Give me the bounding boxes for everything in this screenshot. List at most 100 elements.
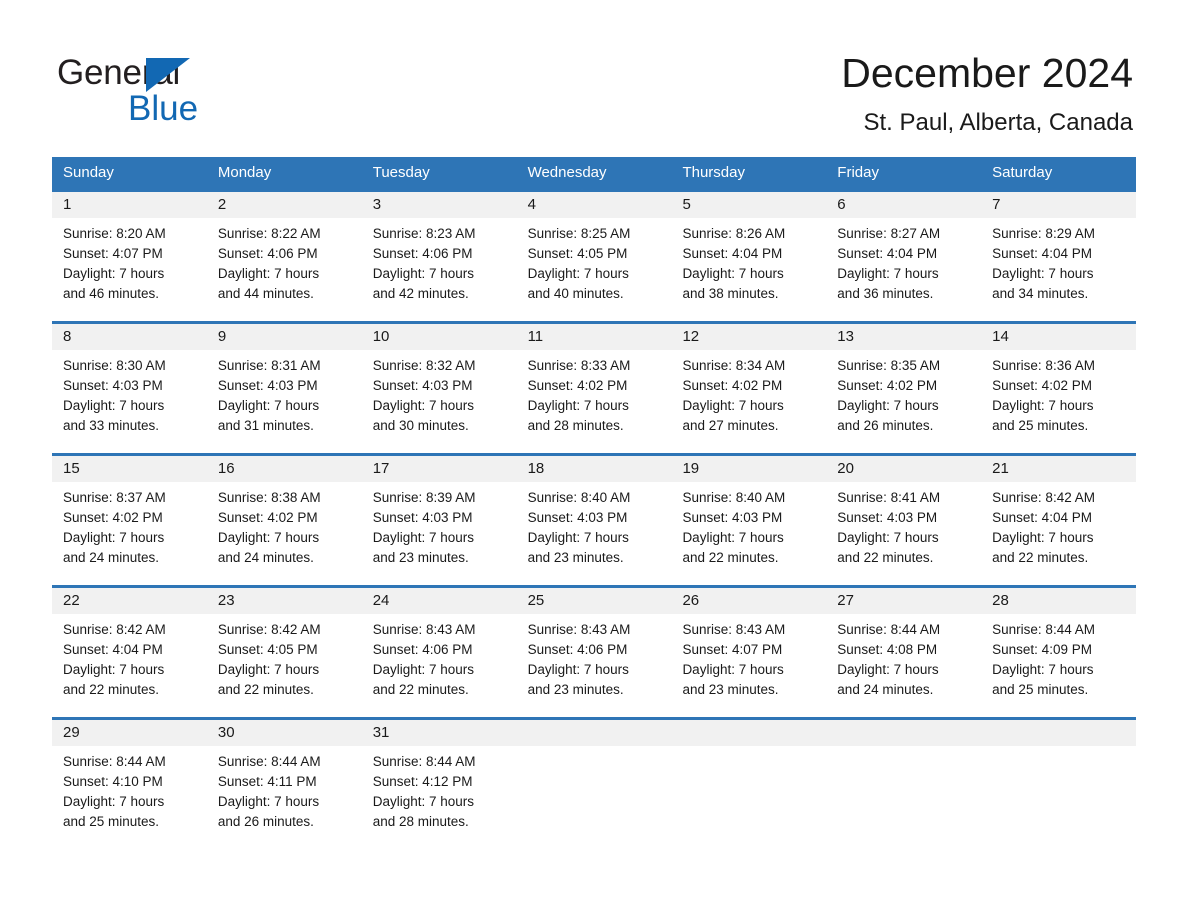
daylight-text-line1: Daylight: 7 hours	[992, 662, 1094, 677]
sunset-text: Sunset: 4:04 PM	[63, 642, 163, 657]
sunrise-text: Sunrise: 8:44 AM	[217, 754, 321, 769]
day-cell[interactable]: 10 Sunrise: 8:32 AM Sunset: 4:03 PM Dayl…	[362, 324, 517, 453]
day-info: Sunrise: 8:44 AM Sunset: 4:10 PM Dayligh…	[63, 752, 207, 832]
day-cell[interactable]: 20 Sunrise: 8:41 AM Sunset: 4:03 PM Dayl…	[826, 456, 981, 585]
daylight-text-line1: Daylight: 7 hours	[682, 398, 784, 413]
daylight-text-line1: Daylight: 7 hours	[992, 266, 1094, 281]
day-cell[interactable]: 30 Sunrise: 8:44 AM Sunset: 4:11 PM Dayl…	[207, 720, 362, 849]
day-cell[interactable]: 22 Sunrise: 8:42 AM Sunset: 4:04 PM Dayl…	[52, 588, 207, 717]
daylight-text-line1: Daylight: 7 hours	[837, 266, 939, 281]
sunrise-text: Sunrise: 8:37 AM	[63, 490, 166, 505]
day-number: 26	[682, 592, 700, 609]
weekday-header-tuesday: Tuesday	[372, 164, 430, 181]
daylight-text-line2: and 44 minutes.	[217, 286, 314, 301]
day-number: 27	[837, 592, 854, 609]
sunrise-text: Sunrise: 8:42 AM	[63, 622, 166, 637]
sunset-text: Sunset: 4:06 PM	[527, 642, 628, 657]
day-cell[interactable]: 18 Sunrise: 8:40 AM Sunset: 4:03 PM Dayl…	[517, 456, 672, 585]
day-cell[interactable]: 13 Sunrise: 8:35 AM Sunset: 4:02 PM Dayl…	[826, 324, 981, 453]
day-cell[interactable]: 2 Sunrise: 8:22 AM Sunset: 4:06 PM Dayli…	[207, 192, 362, 321]
day-cell[interactable]: 27 Sunrise: 8:44 AM Sunset: 4:08 PM Dayl…	[826, 588, 981, 717]
day-info: Sunrise: 8:42 AM Sunset: 4:05 PM Dayligh…	[218, 620, 362, 700]
week-row: 22 Sunrise: 8:42 AM Sunset: 4:04 PM Dayl…	[52, 585, 1136, 717]
page-title: December 2024	[841, 50, 1133, 96]
sunset-text: Sunset: 4:02 PM	[63, 510, 163, 525]
week-row: 15 Sunrise: 8:37 AM Sunset: 4:02 PM Dayl…	[52, 453, 1136, 585]
day-number: 22	[63, 592, 80, 609]
daylight-text-line1: Daylight: 7 hours	[372, 398, 475, 413]
day-cell[interactable]: 29 Sunrise: 8:44 AM Sunset: 4:10 PM Dayl…	[52, 720, 207, 849]
day-cell[interactable]: 24 Sunrise: 8:43 AM Sunset: 4:06 PM Dayl…	[362, 588, 517, 717]
day-cell[interactable]: 3 Sunrise: 8:23 AM Sunset: 4:06 PM Dayli…	[362, 192, 517, 321]
daylight-text-line2: and 25 minutes.	[992, 682, 1089, 697]
day-cell[interactable]: 19 Sunrise: 8:40 AM Sunset: 4:03 PM Dayl…	[671, 456, 826, 585]
day-number: 12	[682, 328, 700, 345]
weekday-header-thursday: Thursday	[682, 164, 745, 181]
daylight-text-line2: and 22 minutes.	[682, 550, 779, 565]
daylight-text-line1: Daylight: 7 hours	[992, 530, 1094, 545]
day-cell[interactable]: 17 Sunrise: 8:39 AM Sunset: 4:03 PM Dayl…	[362, 456, 517, 585]
daylight-text-line1: Daylight: 7 hours	[63, 530, 165, 545]
sunrise-text: Sunrise: 8:43 AM	[682, 622, 786, 637]
sunset-text: Sunset: 4:07 PM	[63, 246, 163, 261]
daylight-text-line2: and 22 minutes.	[837, 550, 934, 565]
sunrise-text: Sunrise: 8:44 AM	[372, 754, 476, 769]
day-cell[interactable]: 25 Sunrise: 8:43 AM Sunset: 4:06 PM Dayl…	[517, 588, 672, 717]
day-cell[interactable]: 26 Sunrise: 8:43 AM Sunset: 4:07 PM Dayl…	[671, 588, 826, 717]
day-cell[interactable]: 31 Sunrise: 8:44 AM Sunset: 4:12 PM Dayl…	[362, 720, 517, 849]
logo-text-blue: Blue	[128, 89, 199, 128]
week-days: 29 Sunrise: 8:44 AM Sunset: 4:10 PM Dayl…	[52, 720, 1136, 849]
daylight-text-line1: Daylight: 7 hours	[527, 530, 629, 545]
day-cell[interactable]: 12 Sunrise: 8:34 AM Sunset: 4:02 PM Dayl…	[671, 324, 826, 453]
day-cell[interactable]: 6 Sunrise: 8:27 AM Sunset: 4:04 PM Dayli…	[826, 192, 981, 321]
daylight-text-line2: and 33 minutes.	[63, 418, 160, 433]
day-cell[interactable]: 23 Sunrise: 8:42 AM Sunset: 4:05 PM Dayl…	[207, 588, 362, 717]
sunrise-text: Sunrise: 8:43 AM	[527, 622, 631, 637]
day-info: Sunrise: 8:43 AM Sunset: 4:06 PM Dayligh…	[373, 620, 517, 700]
sunrise-text: Sunrise: 8:40 AM	[682, 490, 786, 505]
day-number: 14	[992, 328, 1009, 345]
day-cell[interactable]: 5 Sunrise: 8:26 AM Sunset: 4:04 PM Dayli…	[671, 192, 826, 321]
day-cell[interactable]: 4 Sunrise: 8:25 AM Sunset: 4:05 PM Dayli…	[517, 192, 672, 321]
day-info: Sunrise: 8:43 AM Sunset: 4:07 PM Dayligh…	[682, 620, 826, 700]
day-cell[interactable]: 15 Sunrise: 8:37 AM Sunset: 4:02 PM Dayl…	[52, 456, 207, 585]
week-row: 29 Sunrise: 8:44 AM Sunset: 4:10 PM Dayl…	[52, 717, 1136, 849]
sunset-text: Sunset: 4:03 PM	[527, 510, 628, 525]
day-info: Sunrise: 8:35 AM Sunset: 4:02 PM Dayligh…	[837, 356, 981, 436]
sunrise-text: Sunrise: 8:43 AM	[372, 622, 476, 637]
daylight-text-line2: and 30 minutes.	[372, 418, 469, 433]
daylight-text-line2: and 22 minutes.	[63, 682, 160, 697]
day-number: 10	[372, 328, 390, 345]
day-number: 20	[837, 460, 854, 477]
sunset-text: Sunset: 4:03 PM	[837, 510, 938, 525]
day-info: Sunrise: 8:43 AM Sunset: 4:06 PM Dayligh…	[528, 620, 672, 700]
daylight-text-line1: Daylight: 7 hours	[217, 266, 320, 281]
day-cell[interactable]: 7 Sunrise: 8:29 AM Sunset: 4:04 PM Dayli…	[981, 192, 1136, 321]
title-block: December 2024 St. Paul, Alberta, Canada	[841, 48, 1133, 140]
week-row: 1 Sunrise: 8:20 AM Sunset: 4:07 PM Dayli…	[52, 189, 1136, 321]
day-cell[interactable]: 8 Sunrise: 8:30 AM Sunset: 4:03 PM Dayli…	[52, 324, 207, 453]
daylight-text-line1: Daylight: 7 hours	[372, 794, 475, 809]
day-cell[interactable]: 16 Sunrise: 8:38 AM Sunset: 4:02 PM Dayl…	[207, 456, 362, 585]
day-info: Sunrise: 8:33 AM Sunset: 4:02 PM Dayligh…	[528, 356, 672, 436]
sunset-text: Sunset: 4:08 PM	[837, 642, 938, 657]
daylight-text-line2: and 23 minutes.	[527, 682, 624, 697]
daylight-text-line1: Daylight: 7 hours	[992, 398, 1094, 413]
sunrise-text: Sunrise: 8:36 AM	[992, 358, 1095, 373]
day-number: 31	[372, 724, 390, 741]
sunrise-text: Sunrise: 8:44 AM	[992, 622, 1095, 637]
day-info: Sunrise: 8:29 AM Sunset: 4:04 PM Dayligh…	[992, 224, 1136, 304]
day-cell[interactable]: 21 Sunrise: 8:42 AM Sunset: 4:04 PM Dayl…	[981, 456, 1136, 585]
day-cell[interactable]: 1 Sunrise: 8:20 AM Sunset: 4:07 PM Dayli…	[52, 192, 207, 321]
day-cell[interactable]: 11 Sunrise: 8:33 AM Sunset: 4:02 PM Dayl…	[517, 324, 672, 453]
day-cell[interactable]: 9 Sunrise: 8:31 AM Sunset: 4:03 PM Dayli…	[207, 324, 362, 453]
day-number: 1	[63, 196, 72, 213]
day-cell[interactable]: 14 Sunrise: 8:36 AM Sunset: 4:02 PM Dayl…	[981, 324, 1136, 453]
day-info: Sunrise: 8:44 AM Sunset: 4:08 PM Dayligh…	[837, 620, 981, 700]
sunrise-text: Sunrise: 8:27 AM	[837, 226, 941, 241]
sunrise-text: Sunrise: 8:22 AM	[217, 226, 321, 241]
day-cell[interactable]: 28 Sunrise: 8:44 AM Sunset: 4:09 PM Dayl…	[981, 588, 1136, 717]
day-info: Sunrise: 8:26 AM Sunset: 4:04 PM Dayligh…	[682, 224, 826, 304]
day-cell-empty	[981, 720, 1136, 849]
daylight-text-line2: and 27 minutes.	[682, 418, 779, 433]
